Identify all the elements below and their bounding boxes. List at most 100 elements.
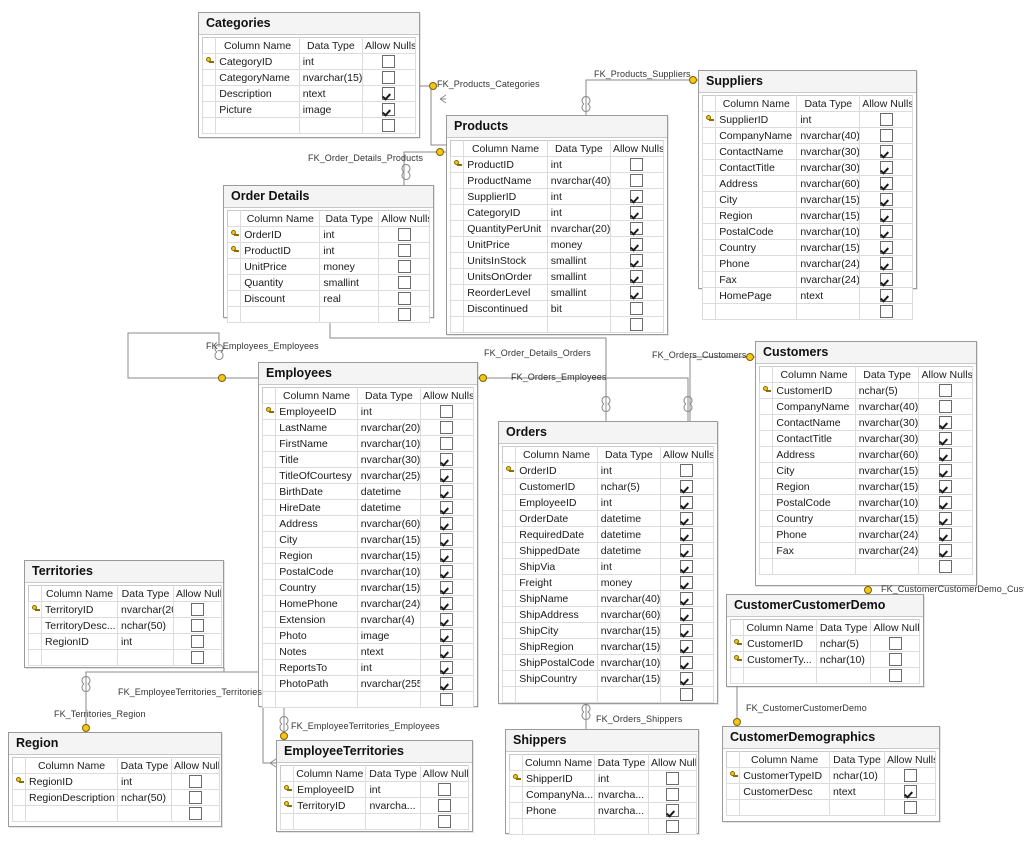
table-row[interactable]: [449, 316, 665, 333]
table-row[interactable]: ShipRegion nvarchar(15): [501, 638, 715, 655]
allow-nulls-cell[interactable]: [859, 239, 913, 256]
column-name-cell[interactable]: RegionDescription: [25, 789, 118, 806]
allow-nulls-cell[interactable]: [870, 635, 920, 652]
allow-nulls-cell[interactable]: [419, 627, 475, 644]
table-row[interactable]: OrderID int: [226, 226, 430, 243]
table-row[interactable]: Picture image: [201, 101, 417, 118]
data-type-cell[interactable]: nvarchar(40): [546, 172, 611, 189]
allow-nulls-cell[interactable]: [361, 101, 417, 118]
data-type-cell[interactable]: nvarchar(15): [854, 478, 920, 495]
checkbox-unchecked-icon[interactable]: [191, 619, 204, 632]
checkbox-unchecked-icon[interactable]: [888, 637, 902, 650]
checkbox-checked-icon[interactable]: [630, 286, 644, 299]
table-row[interactable]: [758, 558, 973, 575]
data-type-cell[interactable]: nvarchar(24): [854, 542, 920, 559]
allow-nulls-cell[interactable]: [609, 156, 665, 173]
relationship-label[interactable]: FK_Orders_Customers: [652, 350, 746, 360]
table-row[interactable]: UnitPrice money: [226, 258, 430, 275]
data-type-cell[interactable]: int: [546, 156, 611, 173]
row-selector-cell[interactable]: [261, 467, 277, 484]
allow-nulls-cell[interactable]: [419, 419, 475, 436]
allow-nulls-cell[interactable]: [171, 789, 220, 806]
data-type-cell[interactable]: money: [319, 258, 380, 275]
row-selector-cell[interactable]: [701, 271, 717, 288]
row-selector-cell[interactable]: [501, 686, 517, 703]
primary-key-icon[interactable]: [279, 781, 295, 798]
primary-key-icon[interactable]: [449, 156, 465, 173]
data-type-cell[interactable]: int: [356, 403, 421, 420]
table-row[interactable]: ProductID int: [226, 242, 430, 259]
relationship-label[interactable]: FK_EmployeeTerritories_Territories: [118, 687, 262, 697]
primary-key-icon[interactable]: [261, 403, 277, 420]
relationship-label[interactable]: FK_Products_Categories: [437, 79, 540, 89]
row-selector-cell[interactable]: [449, 188, 465, 205]
checkbox-checked-icon[interactable]: [680, 544, 694, 557]
row-selector-cell[interactable]: [226, 274, 242, 291]
column-name-cell[interactable]: ShipPostalCode: [515, 654, 598, 671]
column-name-cell[interactable]: CustomerTy...: [743, 651, 817, 668]
data-type-cell[interactable]: datetime: [596, 526, 661, 543]
allow-nulls-cell[interactable]: [859, 223, 913, 240]
data-type-cell[interactable]: nvarchar(10): [356, 435, 421, 452]
checkbox-unchecked-icon[interactable]: [879, 305, 893, 318]
table-row[interactable]: Country nvarchar(15): [261, 579, 475, 596]
data-type-cell[interactable]: nvarchar(15): [796, 239, 861, 256]
allow-nulls-cell[interactable]: [918, 462, 973, 479]
column-name-cell[interactable]: Phone: [522, 802, 595, 819]
column-name-cell[interactable]: ContactName: [715, 143, 798, 160]
column-name-cell[interactable]: SupplierID: [463, 188, 548, 205]
allow-nulls-cell[interactable]: [609, 316, 665, 333]
checkbox-unchecked-icon[interactable]: [397, 244, 411, 257]
table-row[interactable]: CategoryID int: [201, 53, 417, 70]
table-row[interactable]: Address nvarchar(60): [701, 175, 913, 192]
row-selector-cell[interactable]: [701, 207, 717, 224]
row-selector-cell[interactable]: [449, 236, 465, 253]
data-type-cell[interactable]: nvarcha...: [365, 797, 421, 814]
data-type-cell[interactable]: nvarchar(24): [796, 271, 861, 288]
column-name-cell[interactable]: Fax: [772, 542, 856, 559]
allow-nulls-cell[interactable]: [918, 510, 973, 527]
allow-nulls-cell[interactable]: [918, 526, 973, 543]
checkbox-checked-icon[interactable]: [939, 528, 953, 541]
column-name-cell[interactable]: Freight: [515, 574, 598, 591]
allow-nulls-cell[interactable]: [609, 268, 665, 285]
row-selector-cell[interactable]: [261, 435, 277, 452]
checkbox-checked-icon[interactable]: [680, 608, 694, 621]
checkbox-checked-icon[interactable]: [879, 177, 893, 190]
checkbox-checked-icon[interactable]: [879, 241, 893, 254]
allow-nulls-cell[interactable]: [378, 226, 430, 243]
column-name-cell[interactable]: [739, 799, 830, 816]
allow-nulls-cell[interactable]: [419, 515, 475, 532]
column-name-cell[interactable]: Address: [715, 175, 798, 192]
column-name-cell[interactable]: City: [715, 191, 798, 208]
table-row[interactable]: ShipAddress nvarchar(60): [501, 606, 715, 623]
data-type-cell[interactable]: nvarchar(15): [596, 670, 661, 687]
column-name-cell[interactable]: Country: [275, 579, 358, 596]
table-row[interactable]: ContactName nvarchar(30): [701, 143, 913, 160]
column-name-cell[interactable]: RequiredDate: [515, 526, 598, 543]
primary-key-icon[interactable]: [226, 226, 242, 243]
column-name-cell[interactable]: PostalCode: [772, 494, 856, 511]
allow-nulls-cell[interactable]: [918, 430, 973, 447]
row-selector-cell[interactable]: [449, 204, 465, 221]
row-selector-cell[interactable]: [501, 622, 517, 639]
allow-nulls-cell[interactable]: [648, 786, 697, 803]
table-orders[interactable]: Orders Column Name Data Type Allow Nulls Ord…: [498, 421, 718, 704]
column-name-cell[interactable]: Fax: [715, 271, 798, 288]
allow-nulls-cell[interactable]: [659, 478, 715, 495]
table-row[interactable]: EmployeeID int: [261, 403, 475, 420]
allow-nulls-cell[interactable]: [419, 781, 470, 798]
allow-nulls-cell[interactable]: [918, 446, 973, 463]
data-type-cell[interactable]: int: [596, 462, 661, 479]
column-name-cell[interactable]: [522, 818, 595, 835]
table-row[interactable]: OrderDate datetime: [501, 510, 715, 527]
column-name-cell[interactable]: EmployeeID: [275, 403, 358, 420]
column-name-cell[interactable]: RegionID: [25, 773, 118, 790]
row-selector-cell[interactable]: [758, 398, 774, 415]
column-name-cell[interactable]: CustomerTypeID: [739, 767, 830, 784]
checkbox-checked-icon[interactable]: [680, 640, 694, 653]
row-selector-cell[interactable]: [449, 300, 465, 317]
allow-nulls-cell[interactable]: [609, 284, 665, 301]
row-selector-cell[interactable]: [226, 258, 242, 275]
column-name-cell[interactable]: TerritoryID: [293, 797, 367, 814]
